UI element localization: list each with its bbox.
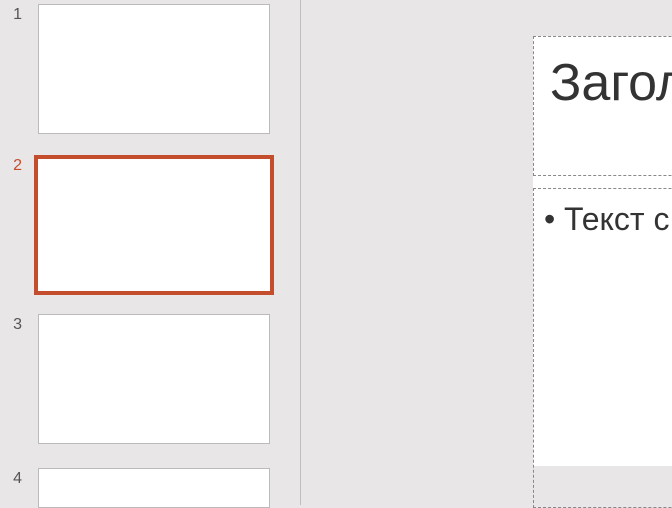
thumbnail-row-1: 1 — [0, 4, 270, 134]
thumbnail-slide-2[interactable] — [34, 155, 274, 295]
bullet-text: Текст с — [564, 201, 672, 238]
thumbnail-slide-3[interactable] — [38, 314, 270, 444]
thumbnail-row-4: 4 — [0, 468, 270, 508]
thumbnail-number: 4 — [0, 468, 30, 488]
thumbnail-number: 2 — [0, 155, 30, 175]
title-text: Загол — [550, 55, 672, 112]
thumbnail-row-2: 2 — [0, 155, 274, 295]
thumbnails-panel: 1 2 3 4 — [0, 0, 300, 505]
thumbnail-slide-1[interactable] — [38, 4, 270, 134]
thumbnail-slide-4[interactable] — [38, 468, 270, 508]
thumbnail-number: 3 — [0, 314, 30, 334]
slide-canvas[interactable]: Загол Текст с — [533, 36, 672, 466]
title-placeholder[interactable]: Загол — [533, 36, 672, 176]
content-placeholder[interactable]: Текст с — [533, 188, 672, 508]
slide-canvas-area: Загол Текст с — [301, 0, 672, 505]
thumbnail-number: 1 — [0, 4, 30, 24]
thumbnail-row-3: 3 — [0, 314, 270, 444]
